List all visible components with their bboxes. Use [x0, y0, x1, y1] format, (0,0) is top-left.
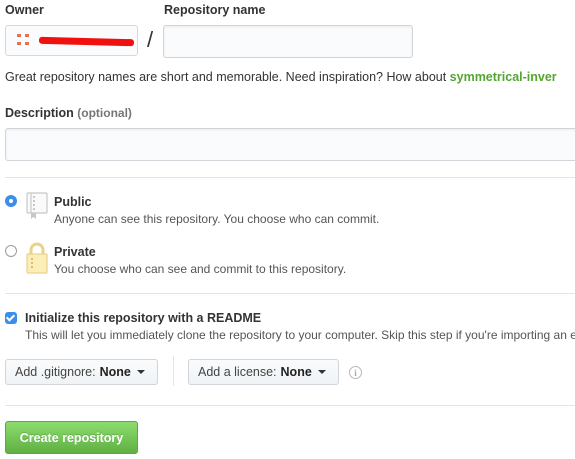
info-icon[interactable]: i — [349, 366, 362, 379]
public-title: Public — [54, 195, 92, 209]
description-label: Description (optional) — [5, 106, 132, 120]
description-input[interactable] — [5, 128, 575, 161]
private-radio[interactable] — [5, 245, 17, 257]
repo-name-label: Repository name — [164, 3, 266, 17]
gitignore-dropdown[interactable]: Add .gitignore: None — [5, 359, 158, 385]
description-label-text: Description — [5, 106, 74, 120]
license-dropdown[interactable]: Add a license: None — [188, 359, 339, 385]
divider-middle — [5, 293, 575, 294]
private-title: Private — [54, 245, 96, 259]
gitignore-caret-icon — [136, 370, 145, 374]
owner-select[interactable] — [5, 25, 138, 56]
owner-avatar — [17, 33, 33, 48]
init-readme-title: Initialize this repository with a README — [25, 311, 262, 325]
owner-repo-separator: / — [147, 27, 154, 52]
lock-icon — [26, 242, 48, 274]
gitignore-value: None — [99, 365, 131, 379]
dropdown-separator — [173, 356, 174, 386]
divider-bottom — [5, 405, 575, 406]
gitignore-label: Add .gitignore: — [15, 365, 96, 379]
init-readme-checkbox[interactable] — [5, 312, 17, 324]
hint-text: Great repository names are short and mem… — [5, 70, 450, 84]
public-description: Anyone can see this repository. You choo… — [54, 212, 380, 226]
init-readme-description: This will let you immediately clone the … — [25, 328, 575, 342]
license-label: Add a license: — [198, 365, 277, 379]
description-optional: (optional) — [77, 106, 132, 120]
owner-name-redaction — [38, 36, 135, 47]
book-repo-icon — [26, 192, 48, 220]
create-repository-button[interactable]: Create repository — [5, 421, 138, 454]
owner-label: Owner — [5, 3, 44, 17]
private-description: You choose who can see and commit to thi… — [54, 262, 347, 276]
name-suggestion-link[interactable]: symmetrical-inver — [450, 70, 557, 84]
divider-top — [5, 177, 575, 178]
public-radio[interactable] — [5, 195, 17, 207]
repo-name-input[interactable] — [163, 25, 413, 58]
license-caret-icon — [317, 370, 326, 374]
repo-name-hint: Great repository names are short and mem… — [5, 70, 557, 84]
license-value: None — [280, 365, 312, 379]
